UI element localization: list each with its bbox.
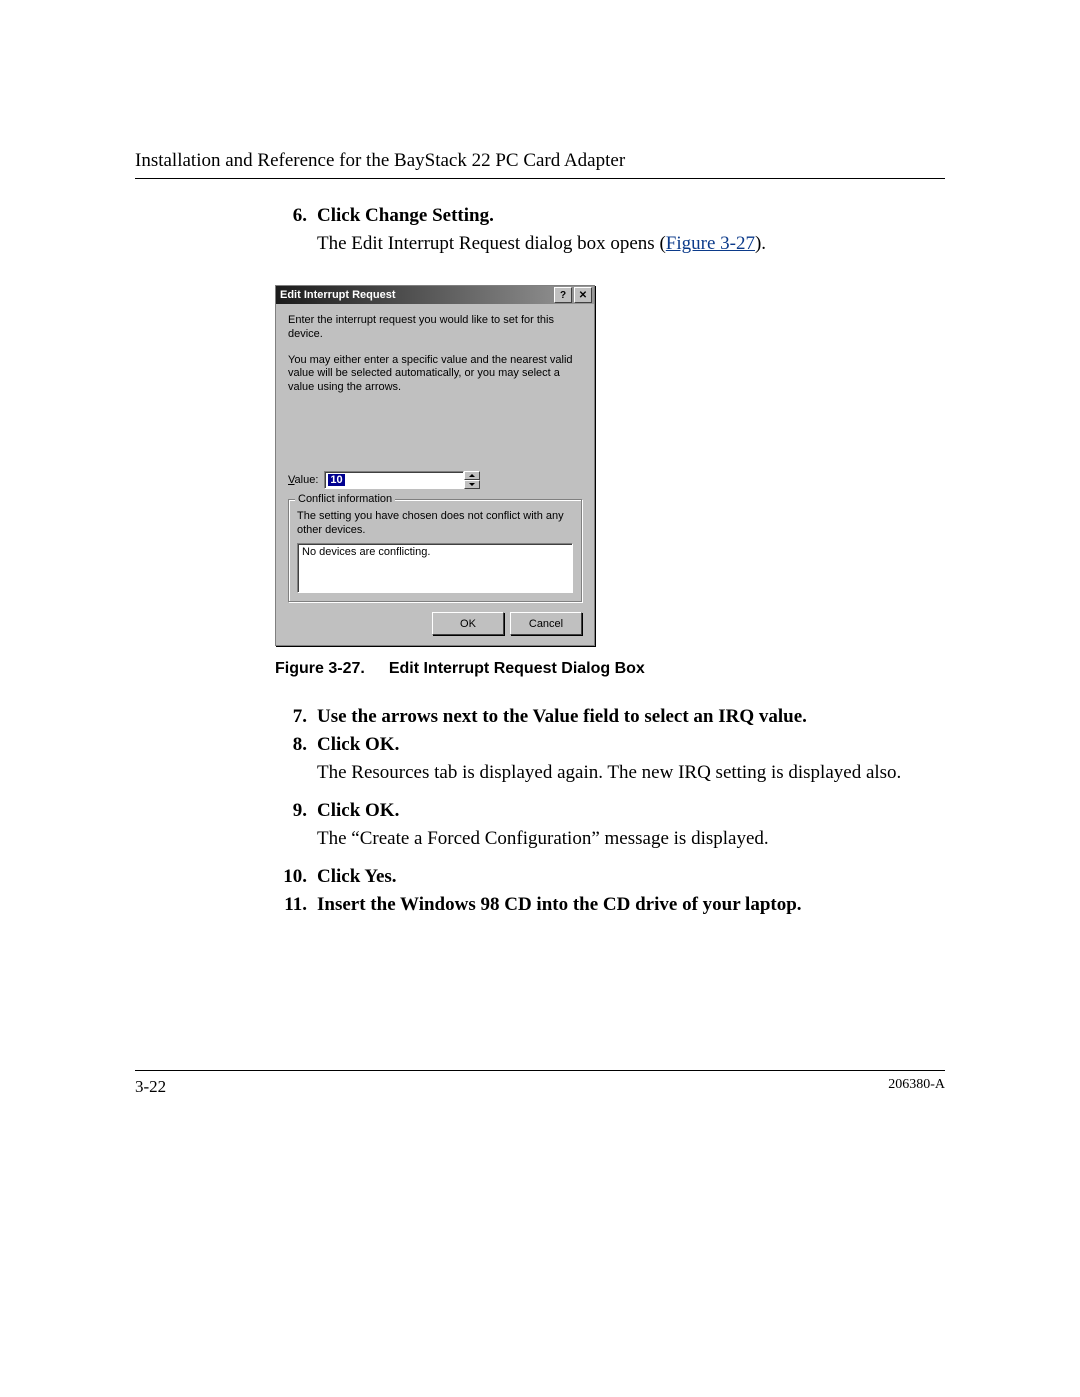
step-10: 10. Click Yes. xyxy=(275,866,945,888)
step-9-para: The “Create a Forced Configuration” mess… xyxy=(317,828,945,850)
cancel-button[interactable]: Cancel xyxy=(510,612,582,635)
value-row: Value: 10 xyxy=(288,471,582,489)
doc-number: 206380-A xyxy=(888,1077,945,1097)
step-number: 6. xyxy=(275,205,317,227)
step-7: 7. Use the arrows next to the Value fiel… xyxy=(275,706,945,728)
step-9: 9. Click OK. xyxy=(275,800,945,822)
page-number: 3-22 xyxy=(135,1077,166,1097)
step-label: Click Change Setting. xyxy=(317,205,494,227)
conflict-groupbox: Conflict information The setting you hav… xyxy=(288,499,582,603)
step-label: Click Yes. xyxy=(317,866,397,888)
step-number: 10. xyxy=(275,866,317,888)
figure-caption-label: Figure 3-27. xyxy=(275,660,365,677)
step-number: 9. xyxy=(275,800,317,822)
step-number: 8. xyxy=(275,734,317,756)
conflict-list: No devices are conflicting. xyxy=(297,543,573,593)
dialog-instruction-2: You may either enter a specific value an… xyxy=(288,354,582,395)
figure-caption: Figure 3-27. Edit Interrupt Request Dialo… xyxy=(275,660,945,678)
step-8-para: The Resources tab is displayed again. Th… xyxy=(317,762,945,784)
spinner-up-icon[interactable] xyxy=(464,471,480,480)
step-6: 6. Click Change Setting. xyxy=(275,205,945,227)
page-footer: 3-22 206380-A xyxy=(135,1070,945,1097)
dialog-titlebar: Edit Interrupt Request ? ✕ xyxy=(276,286,594,304)
ok-button[interactable]: OK xyxy=(432,612,504,635)
step-11: 11. Insert the Windows 98 CD into the CD… xyxy=(275,894,945,916)
step-number: 7. xyxy=(275,706,317,728)
text: ). xyxy=(755,233,766,254)
value-label: Value: xyxy=(288,474,318,486)
dialog-title: Edit Interrupt Request xyxy=(280,289,552,301)
dialog-instruction-1: Enter the interrupt request you would li… xyxy=(288,314,582,342)
text: The Edit Interrupt Request dialog box op… xyxy=(317,233,666,254)
running-header: Installation and Reference for the BaySt… xyxy=(135,150,945,172)
groupbox-title: Conflict information xyxy=(295,493,395,505)
step-6-para: The Edit Interrupt Request dialog box op… xyxy=(317,233,945,255)
close-icon[interactable]: ✕ xyxy=(574,287,592,303)
step-label: Click OK. xyxy=(317,800,399,822)
help-icon[interactable]: ? xyxy=(554,287,572,303)
figure-link[interactable]: Figure 3-27 xyxy=(666,233,755,254)
footer-rule xyxy=(135,1070,945,1071)
dialog-edit-interrupt-request: Edit Interrupt Request ? ✕ Enter the int… xyxy=(275,285,595,646)
figure-caption-text: Edit Interrupt Request Dialog Box xyxy=(389,660,645,677)
spinner-down-icon[interactable] xyxy=(464,480,480,489)
step-number: 11. xyxy=(275,894,317,916)
step-8: 8. Click OK. xyxy=(275,734,945,756)
step-label: Insert the Windows 98 CD into the CD dri… xyxy=(317,894,802,916)
value-spinner[interactable] xyxy=(464,471,480,489)
conflict-message: The setting you have chosen does not con… xyxy=(297,510,573,538)
step-label: Use the arrows next to the Value field t… xyxy=(317,706,807,728)
value-input[interactable]: 10 xyxy=(324,471,464,489)
step-label: Click OK. xyxy=(317,734,399,756)
header-rule xyxy=(135,178,945,179)
